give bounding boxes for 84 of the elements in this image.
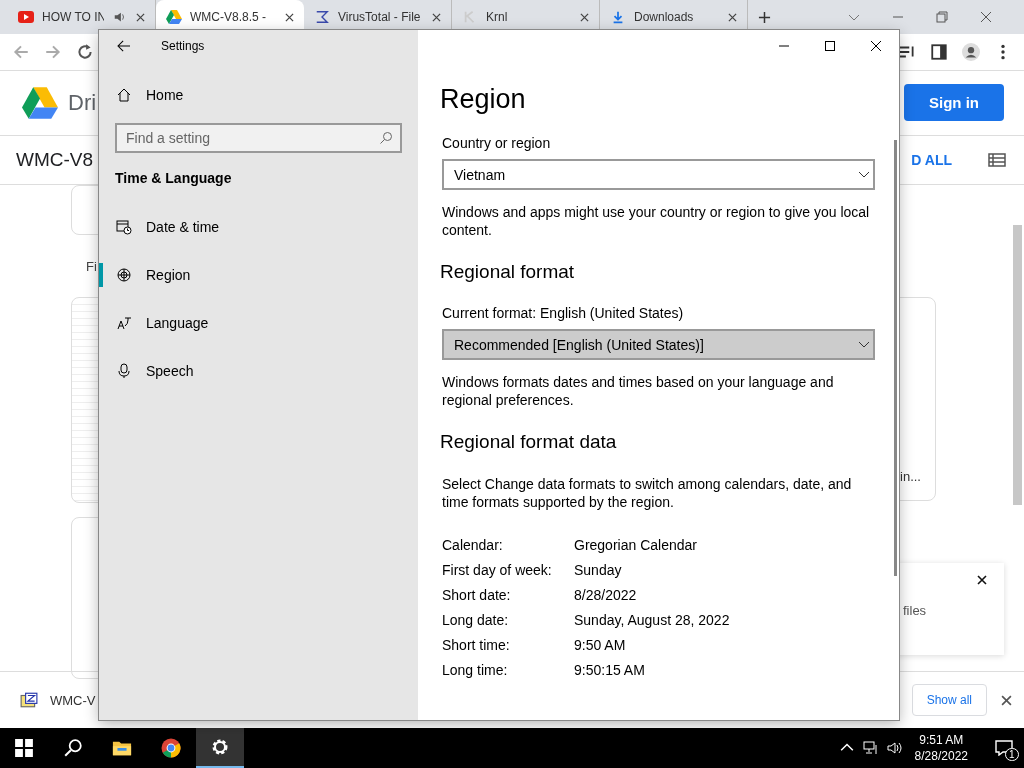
globe-icon bbox=[116, 267, 132, 283]
tab-title: Krnl bbox=[486, 10, 509, 24]
download-file-name[interactable]: WMC-V bbox=[50, 692, 96, 708]
format-dropdown[interactable]: Recommended [English (United States)] bbox=[442, 329, 875, 360]
search-field[interactable]: Find a setting bbox=[115, 123, 402, 153]
page-title: Region bbox=[440, 84, 527, 115]
data-label: Long date: bbox=[442, 611, 510, 629]
clock-time[interactable]: 9:51 AM bbox=[919, 732, 964, 748]
archive-file-icon bbox=[20, 692, 38, 709]
chrome-icon[interactable] bbox=[161, 738, 181, 758]
data-value: Sunday, August 28, 2022 bbox=[574, 611, 731, 629]
scrollbar[interactable] bbox=[1013, 224, 1022, 505]
close-icon[interactable] bbox=[728, 12, 737, 22]
microphone-icon bbox=[116, 363, 132, 379]
data-value: 9:50:15 AM bbox=[574, 661, 646, 679]
search-icon[interactable] bbox=[63, 738, 83, 758]
close-icon[interactable] bbox=[871, 41, 881, 51]
tab-title: VirusTotal - File bbox=[338, 10, 422, 24]
scrollbar[interactable] bbox=[894, 140, 897, 576]
popup-text: files bbox=[903, 602, 927, 618]
data-label: Long time: bbox=[442, 661, 509, 679]
nav-item[interactable]: Speech bbox=[99, 347, 418, 395]
country-dropdown[interactable]: Vietnam bbox=[442, 159, 875, 190]
search-icon bbox=[379, 131, 393, 145]
description-text: Windows and apps might use your country or region to give you local content. bbox=[442, 203, 871, 239]
file-name: in... bbox=[900, 468, 921, 484]
close-icon[interactable] bbox=[1001, 694, 1012, 706]
folder-title: WMC-V8 bbox=[16, 148, 94, 171]
sigma-icon bbox=[314, 10, 330, 24]
tab-title: Downloads bbox=[634, 10, 695, 24]
description-text: Select Change data formats to switch among calendars, date, and time formats supported by the region. bbox=[442, 475, 853, 511]
tab-title: WMC-V8.8.5 - bbox=[190, 10, 267, 24]
home-item[interactable]: Home bbox=[99, 71, 418, 119]
data-value: 8/28/2022 bbox=[574, 586, 638, 604]
chevron-down-icon bbox=[859, 171, 869, 178]
close-icon[interactable] bbox=[285, 12, 294, 22]
nav-item[interactable]: Date & time bbox=[99, 203, 418, 251]
taskbar-app[interactable] bbox=[196, 728, 244, 768]
triangle-logo-icon bbox=[166, 10, 182, 24]
section-label: Fi bbox=[86, 258, 97, 274]
gear-icon bbox=[210, 737, 230, 757]
data-value: 9:50 AM bbox=[574, 636, 627, 654]
chevron-down-icon bbox=[859, 341, 869, 348]
notification-count: 1 bbox=[1005, 748, 1019, 761]
new-tab-icon[interactable] bbox=[758, 10, 771, 24]
section-heading: Regional format data bbox=[440, 431, 618, 453]
window-title: Settings bbox=[161, 39, 205, 53]
play-icon bbox=[18, 10, 34, 24]
section-heading: Time & Language bbox=[114, 169, 233, 188]
description-text: Windows formats dates and times based on your language and regional preferences. bbox=[442, 373, 835, 409]
show-all-button[interactable]: Show all bbox=[911, 684, 987, 717]
data-label: First day of week: bbox=[442, 561, 553, 579]
field-label: Country or region bbox=[442, 135, 552, 151]
close-icon[interactable] bbox=[432, 12, 441, 22]
close-icon[interactable] bbox=[580, 12, 589, 22]
clock-date[interactable]: 8/28/2022 bbox=[914, 748, 968, 764]
data-label: Short time: bbox=[442, 636, 511, 654]
calendar-clock-icon bbox=[116, 219, 132, 235]
profile-avatar-icon[interactable] bbox=[962, 42, 980, 61]
restore-icon[interactable] bbox=[936, 11, 948, 23]
download-all-link[interactable]: D ALL bbox=[911, 151, 952, 168]
data-value: Gregorian Calendar bbox=[574, 536, 698, 554]
list-view-icon[interactable] bbox=[988, 152, 1006, 167]
data-label: Short date: bbox=[442, 586, 512, 604]
back-arrow-icon[interactable] bbox=[117, 40, 131, 52]
sign-in-button[interactable]: Sign in bbox=[904, 84, 1004, 122]
language-icon bbox=[116, 315, 132, 331]
field-label: Current format: English (United States) bbox=[442, 305, 685, 321]
data-value: Sunday bbox=[574, 561, 623, 579]
home-icon bbox=[116, 87, 132, 103]
side-panel-icon[interactable] bbox=[930, 42, 948, 61]
maximize-icon[interactable] bbox=[825, 41, 835, 51]
section-heading: Regional format bbox=[440, 261, 576, 283]
data-label: Calendar: bbox=[442, 536, 504, 554]
nav-item[interactable]: Language bbox=[99, 299, 418, 347]
windows-start-icon[interactable] bbox=[14, 738, 34, 758]
reload-icon[interactable] bbox=[76, 42, 94, 61]
close-icon[interactable] bbox=[136, 12, 145, 22]
drive-logo-icon bbox=[22, 86, 58, 119]
network-icon[interactable] bbox=[862, 741, 879, 755]
logo-text: Dri bbox=[68, 89, 97, 116]
close-icon[interactable] bbox=[977, 574, 987, 585]
notification-icon[interactable] bbox=[995, 740, 1013, 756]
speaker-icon[interactable] bbox=[886, 741, 903, 755]
